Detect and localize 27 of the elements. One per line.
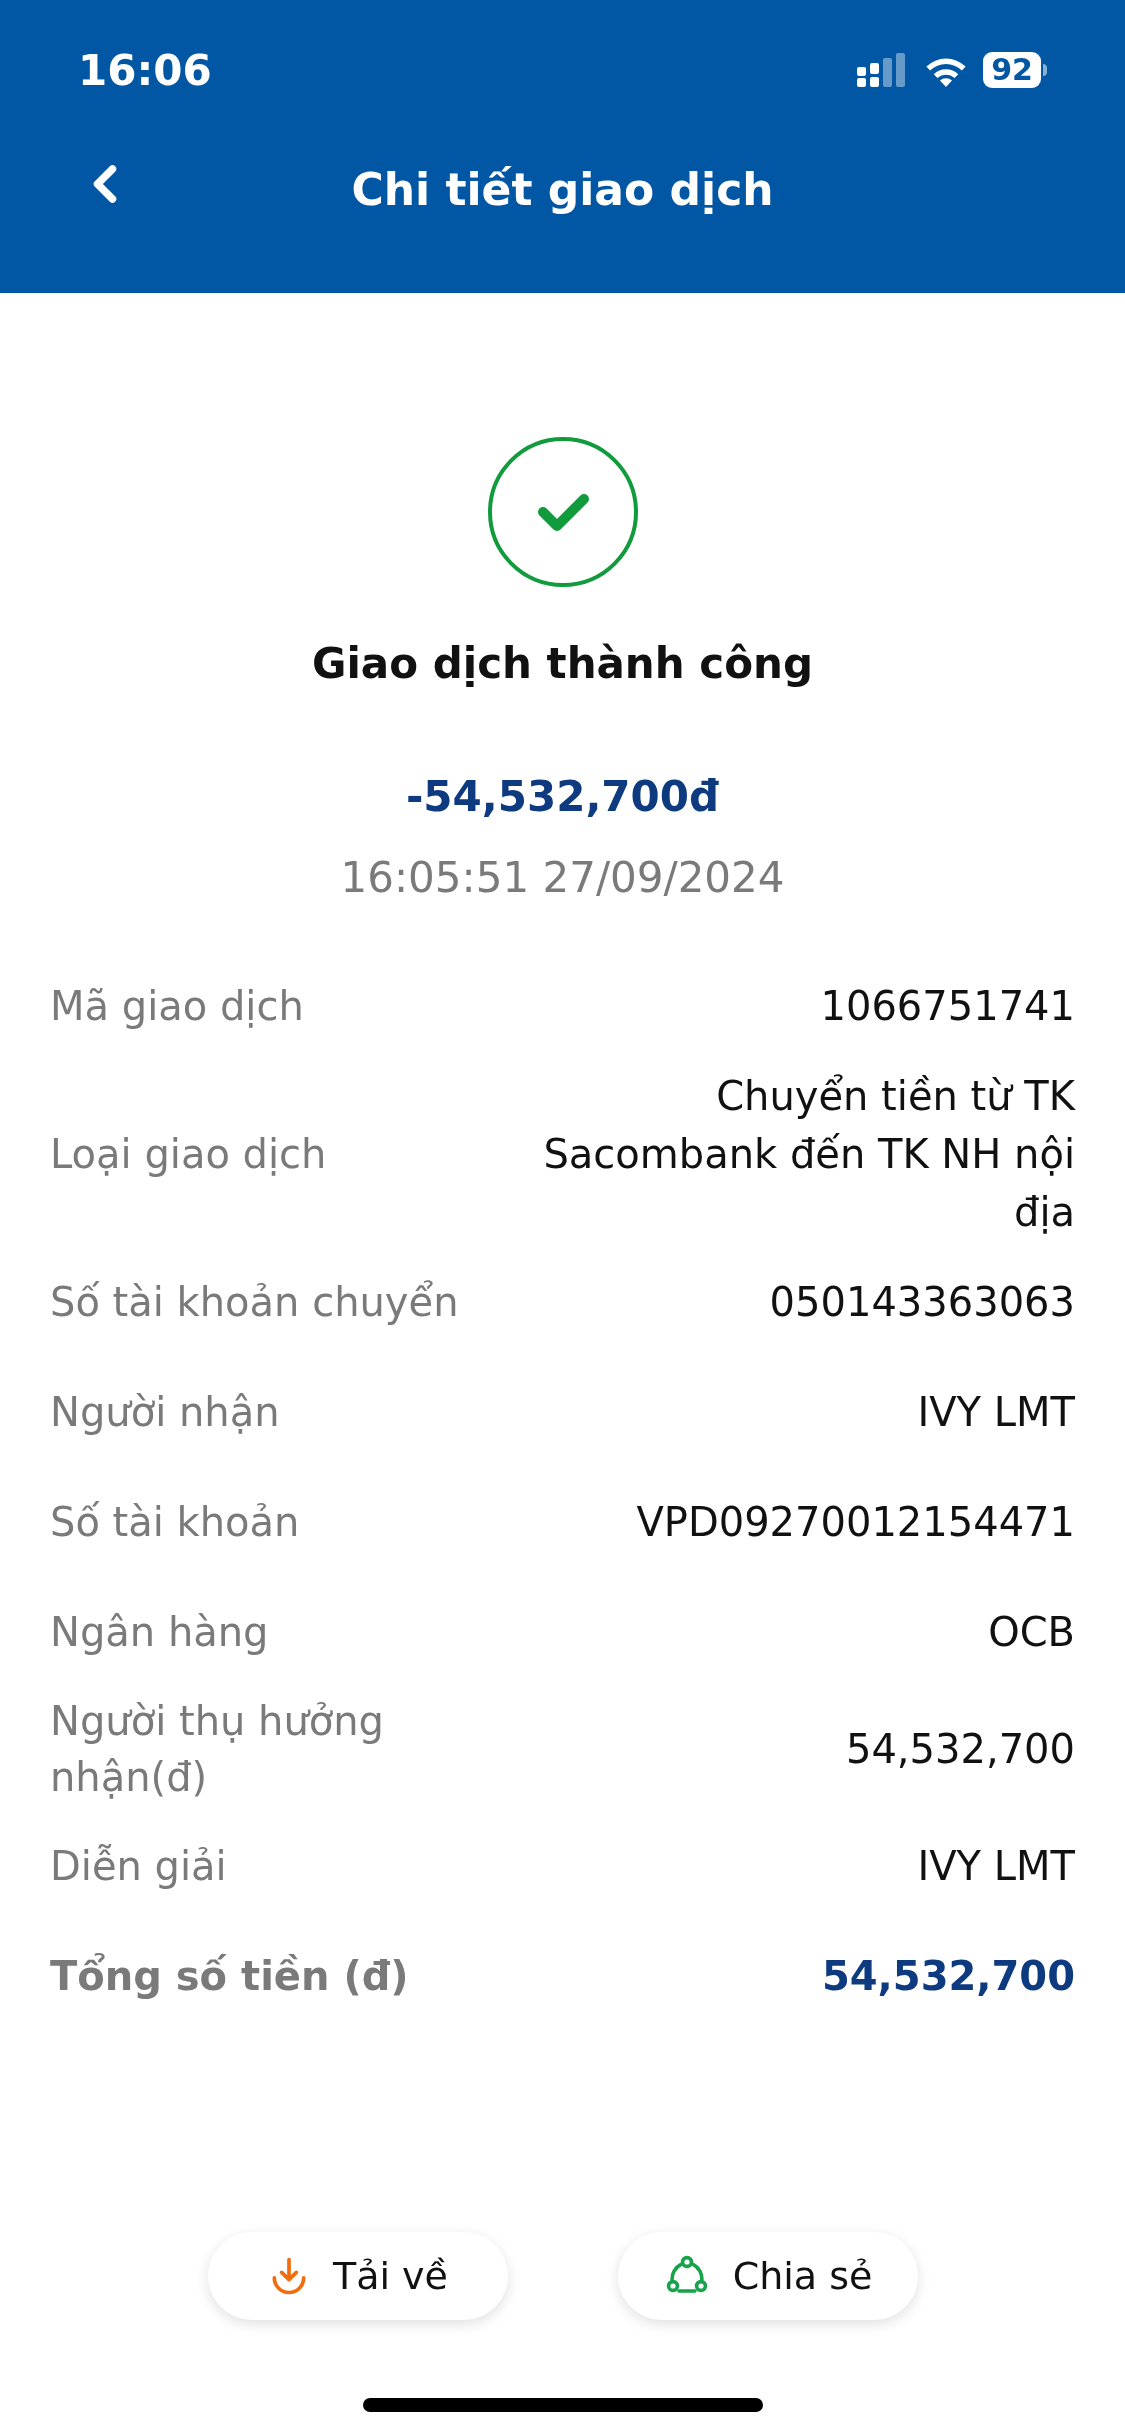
detail-label: Người nhận (50, 1388, 280, 1437)
detail-label: Loại giao dịch (50, 1130, 327, 1179)
detail-value: IVY LMT (917, 1388, 1075, 1437)
detail-label: Diễn giải (50, 1842, 227, 1891)
detail-value: IVY LMT (917, 1842, 1075, 1891)
share-button[interactable]: Chia sẻ (617, 2232, 918, 2320)
detail-label: Mã giao dịch (50, 982, 304, 1031)
detail-value: 54,532,700 (821, 1952, 1075, 2001)
detail-label: Người thụ hưởng nhận(đ) (50, 1697, 385, 1802)
detail-value: 54,532,700 (845, 1725, 1075, 1774)
battery-level: 92 (983, 52, 1041, 88)
amount: -54,532,700đ (405, 771, 720, 823)
detail-value: VPD09270012154471 (636, 1498, 1075, 1547)
screen-title: Chi tiết giao dịch (351, 162, 774, 217)
detail-label: Số tài khoản (50, 1498, 300, 1547)
transaction-datetime: 16:05:51 27/09/2024 (340, 852, 785, 904)
success-check-icon (486, 436, 639, 588)
status-time: 16:06 (78, 44, 212, 97)
detail-label: Ngân hàng (50, 1608, 269, 1657)
status-title: Giao dịch thành công (312, 638, 813, 690)
detail-value: 050143363063 (769, 1278, 1075, 1327)
download-button[interactable]: Tải về (207, 2232, 508, 2320)
detail-value: 1066751741 (820, 982, 1075, 1031)
detail-value: OCB (988, 1608, 1075, 1657)
detail-label: Tổng số tiền (đ) (50, 1952, 409, 2001)
detail-value: Chuyển tiền từ TK Sacombank đến TK NH nội địa (542, 1072, 1075, 1237)
detail-label: Số tài khoản chuyển (50, 1278, 459, 1327)
